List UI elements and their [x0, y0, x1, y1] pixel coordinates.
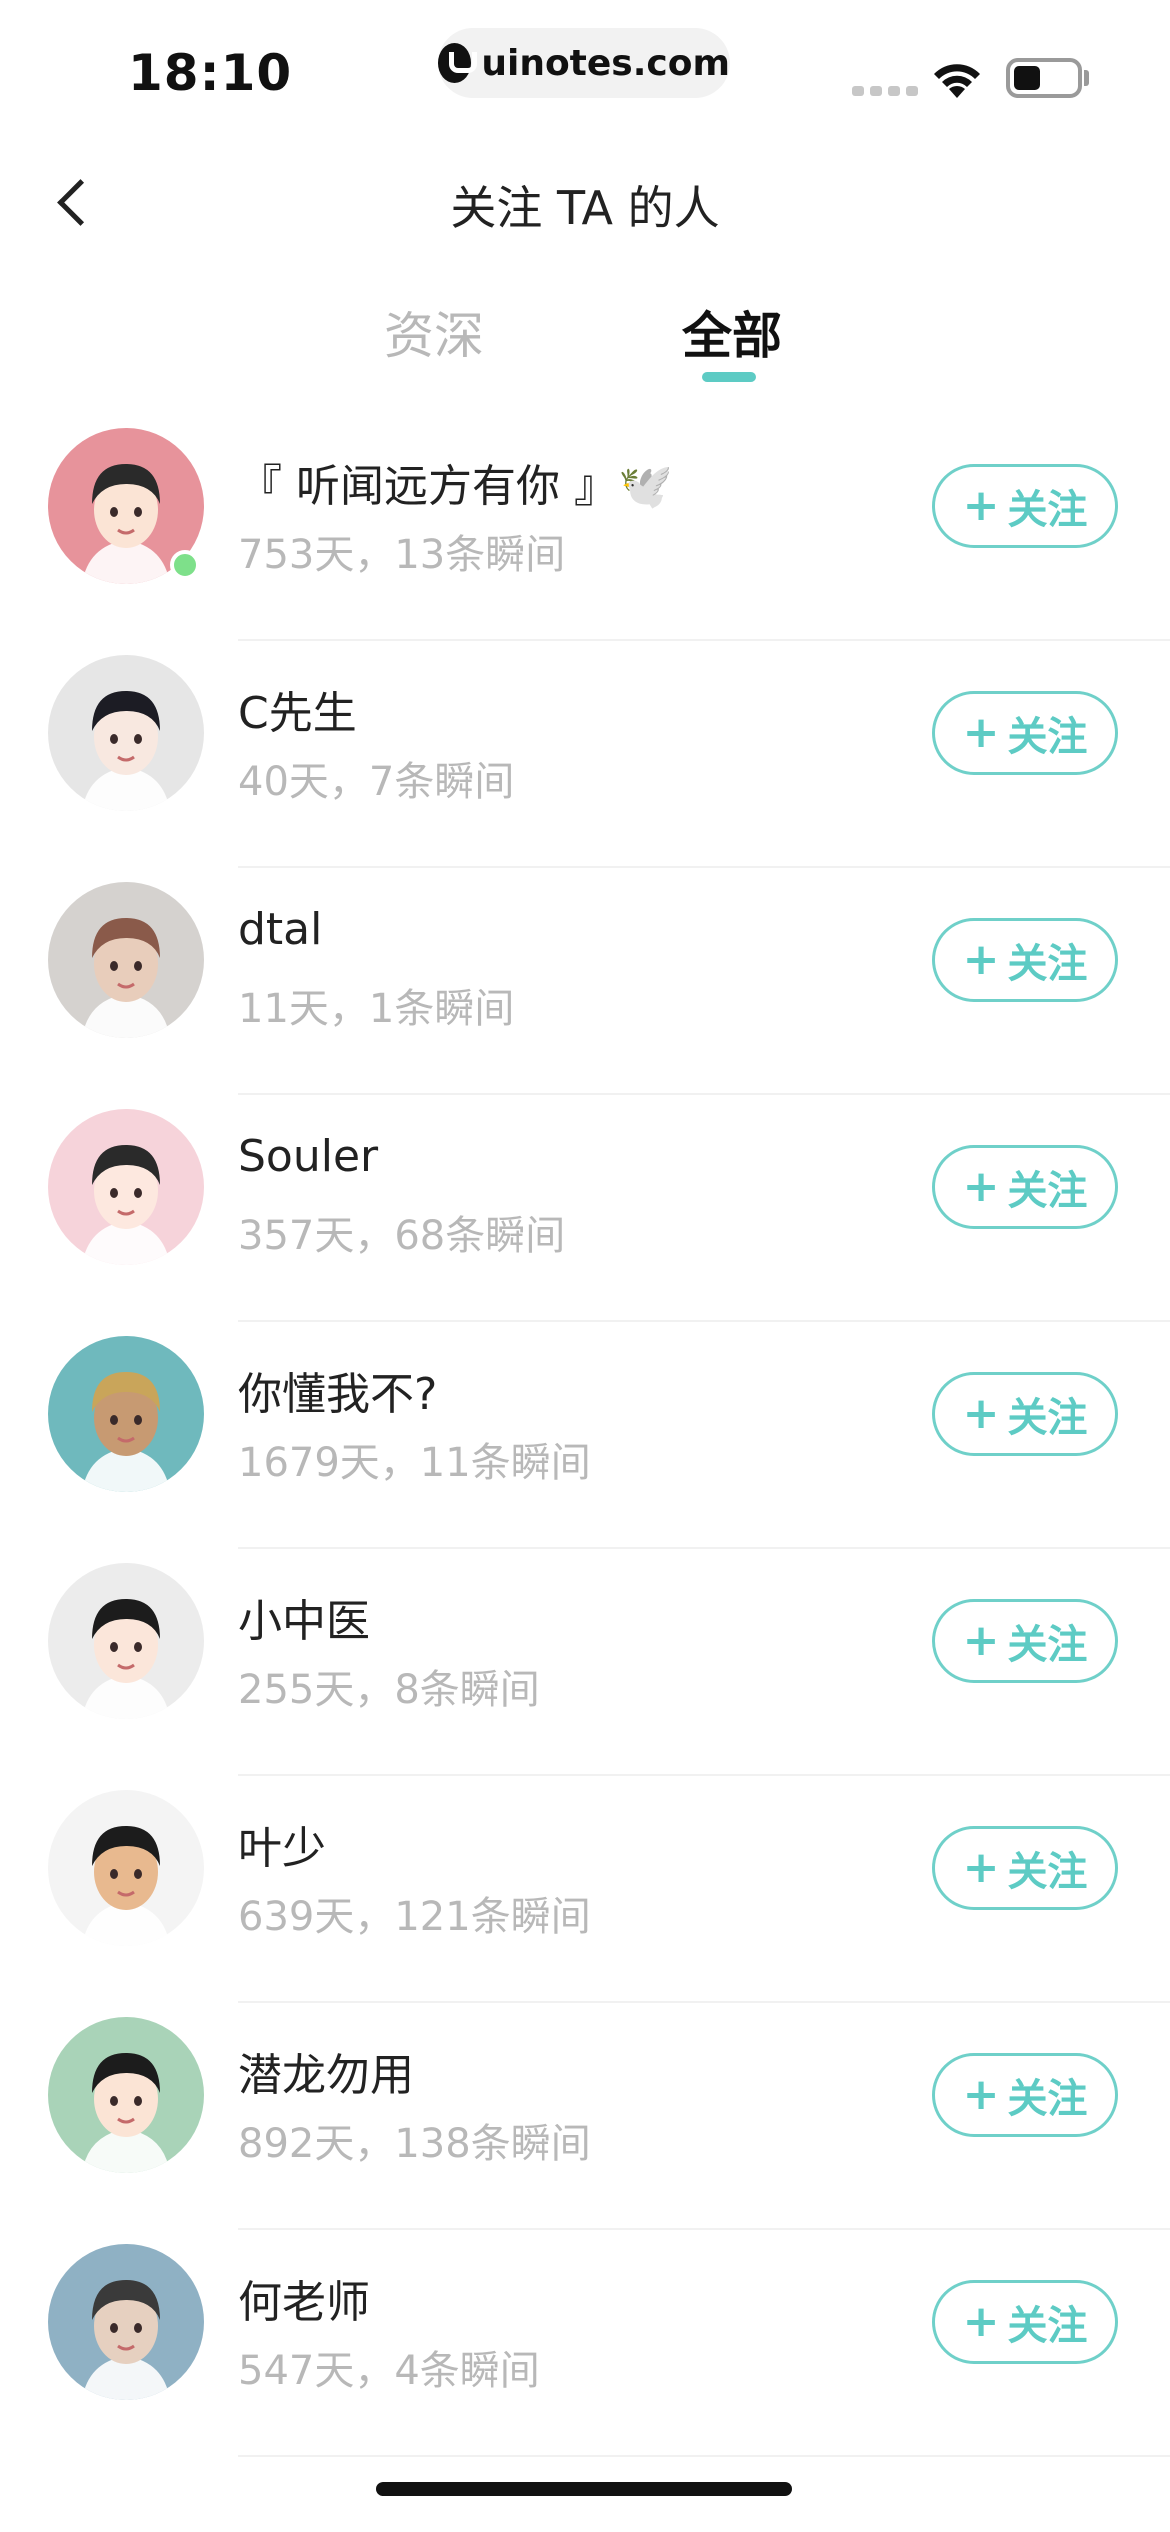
avatar[interactable] — [48, 882, 204, 1038]
cellular-signal-icon — [852, 86, 918, 96]
list-item[interactable]: 潜龙勿用 892天，138条瞬间 + 关注 — [0, 2003, 1170, 2230]
list-item[interactable]: dtal 11天，1条瞬间 + 关注 — [0, 868, 1170, 1095]
user-name[interactable]: 『 听闻远方有你 』🕊️ — [238, 450, 673, 514]
list-item[interactable]: 小中医 255天，8条瞬间 + 关注 — [0, 1549, 1170, 1776]
follow-button[interactable]: + 关注 — [932, 918, 1118, 1002]
online-status-dot — [170, 550, 200, 580]
user-stats: 40天，7条瞬间 — [238, 759, 515, 805]
user-name[interactable]: 何老师 — [238, 2266, 370, 2330]
follow-button-label: 关注 — [1007, 1168, 1088, 1214]
follow-button-label: 关注 — [1007, 2076, 1088, 2122]
url-text: uinotes.com — [481, 42, 730, 84]
user-name[interactable]: Souler — [238, 1131, 378, 1182]
follow-button-label: 关注 — [1007, 2303, 1088, 2349]
follow-button-label: 关注 — [1007, 1622, 1088, 1668]
user-name[interactable]: dtal — [238, 904, 322, 955]
plus-icon: + — [962, 2296, 1000, 2347]
follow-button[interactable]: + 关注 — [932, 1145, 1118, 1229]
tab-all[interactable]: 全部 — [682, 296, 782, 368]
url-pill[interactable]: uinotes.com — [438, 28, 730, 98]
follow-button[interactable]: + 关注 — [932, 2053, 1118, 2137]
user-stats: 1679天，11条瞬间 — [238, 1440, 591, 1486]
user-name[interactable]: 小中医 — [238, 1585, 370, 1649]
plus-icon: + — [962, 480, 1000, 531]
status-bar: 18:10 uinotes.com — [0, 0, 1170, 130]
list-item[interactable]: 你懂我不? 1679天，11条瞬间 + 关注 — [0, 1322, 1170, 1549]
plus-icon: + — [962, 1842, 1000, 1893]
follow-button[interactable]: + 关注 — [932, 1826, 1118, 1910]
follow-button-label: 关注 — [1007, 1849, 1088, 1895]
follow-button[interactable]: + 关注 — [932, 2280, 1118, 2364]
list-item[interactable]: 何老师 547天，4条瞬间 + 关注 — [0, 2230, 1170, 2457]
follow-button[interactable]: + 关注 — [932, 464, 1118, 548]
list-item[interactable]: 『 听闻远方有你 』🕊️ 753天，13条瞬间 + 关注 — [0, 414, 1170, 641]
plus-icon: + — [962, 707, 1000, 758]
home-indicator[interactable] — [376, 2482, 792, 2496]
plus-icon: + — [962, 1161, 1000, 1212]
avatar[interactable] — [48, 1336, 204, 1492]
follow-button-label: 关注 — [1007, 714, 1088, 760]
user-stats: 639天，121条瞬间 — [238, 1894, 591, 1940]
screen: 18:10 uinotes.com 关注 TA 的人 资深 全部 『 听闻远方有… — [0, 0, 1170, 2532]
user-stats: 357天，68条瞬间 — [238, 1213, 566, 1259]
plus-icon: + — [962, 1615, 1000, 1666]
follow-button[interactable]: + 关注 — [932, 1372, 1118, 1456]
avatar[interactable] — [48, 2244, 204, 2400]
list-item[interactable]: Souler 357天，68条瞬间 + 关注 — [0, 1095, 1170, 1322]
user-name[interactable]: 你懂我不? — [238, 1358, 437, 1422]
user-name[interactable]: C先生 — [238, 677, 357, 741]
plus-icon: + — [962, 934, 1000, 985]
follow-button-label: 关注 — [1007, 941, 1088, 987]
page-title: 关注 TA 的人 — [450, 181, 720, 235]
user-name[interactable]: 叶少 — [238, 1812, 326, 1876]
row-divider — [238, 2455, 1170, 2457]
avatar[interactable] — [48, 1563, 204, 1719]
avatar[interactable] — [48, 1790, 204, 1946]
user-stats: 753天，13条瞬间 — [238, 532, 566, 578]
user-stats: 892天，138条瞬间 — [238, 2121, 591, 2167]
list-item[interactable]: C先生 40天，7条瞬间 + 关注 — [0, 641, 1170, 868]
plus-icon: + — [962, 2069, 1000, 2120]
wifi-icon — [934, 64, 980, 98]
user-stats: 547天，4条瞬间 — [238, 2348, 540, 2394]
user-stats: 11天，1条瞬间 — [238, 986, 515, 1032]
uinotes-logo-icon — [438, 43, 478, 83]
avatar[interactable] — [48, 655, 204, 811]
list-item[interactable]: 叶少 639天，121条瞬间 + 关注 — [0, 1776, 1170, 2003]
battery-cap — [1084, 70, 1089, 86]
follower-list: 『 听闻远方有你 』🕊️ 753天，13条瞬间 + 关注 C先生 40天，7条瞬… — [0, 414, 1170, 2457]
follow-button[interactable]: + 关注 — [932, 691, 1118, 775]
tab-senior[interactable]: 资深 — [384, 296, 484, 368]
status-time: 18:10 — [128, 44, 293, 102]
battery-icon — [1006, 58, 1082, 98]
follow-button[interactable]: + 关注 — [932, 1599, 1118, 1683]
tab-active-indicator — [702, 372, 756, 382]
user-stats: 255天，8条瞬间 — [238, 1667, 540, 1713]
follow-button-label: 关注 — [1007, 1395, 1088, 1441]
avatar[interactable] — [48, 2017, 204, 2173]
plus-icon: + — [962, 1388, 1000, 1439]
follow-button-label: 关注 — [1007, 487, 1088, 533]
user-name[interactable]: 潜龙勿用 — [238, 2039, 414, 2103]
avatar[interactable] — [48, 1109, 204, 1265]
